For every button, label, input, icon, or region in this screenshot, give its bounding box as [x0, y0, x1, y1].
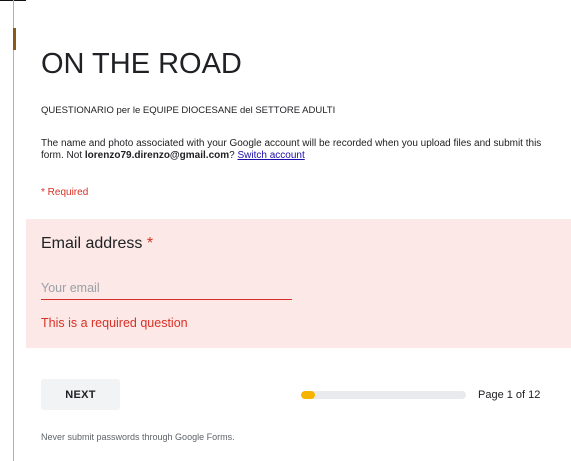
form-title: ON THE ROAD — [41, 48, 242, 80]
progress-bar — [301, 391, 466, 399]
progress-fill — [301, 391, 315, 399]
switch-account-link[interactable]: Switch account — [237, 150, 304, 161]
question-title: Email address — [41, 235, 143, 252]
page-indicator: Page 1 of 12 — [478, 389, 541, 401]
email-input[interactable] — [41, 277, 292, 300]
required-note: * Required — [41, 187, 89, 198]
error-message: This is a required question — [41, 316, 188, 330]
question-label: Email address * — [41, 235, 153, 253]
next-button[interactable]: NEXT — [41, 379, 120, 410]
email-question: Email address * This is a required quest… — [26, 219, 571, 348]
account-question-mark: ? — [229, 150, 235, 161]
window-left-border — [13, 0, 14, 461]
account-notice: The name and photo associated with your … — [41, 138, 551, 162]
account-email: lorenzo79.direnzo@gmail.com — [84, 150, 230, 161]
password-warning: Never submit passwords through Google Fo… — [41, 432, 235, 442]
form-card: ON THE ROAD QUESTIONARIO per le EQUIPE D… — [26, 0, 571, 461]
form-description: QUESTIONARIO per le EQUIPE DIOCESANE del… — [41, 105, 336, 116]
window-left-accent — [13, 28, 16, 50]
required-asterisk: * — [146, 235, 154, 252]
